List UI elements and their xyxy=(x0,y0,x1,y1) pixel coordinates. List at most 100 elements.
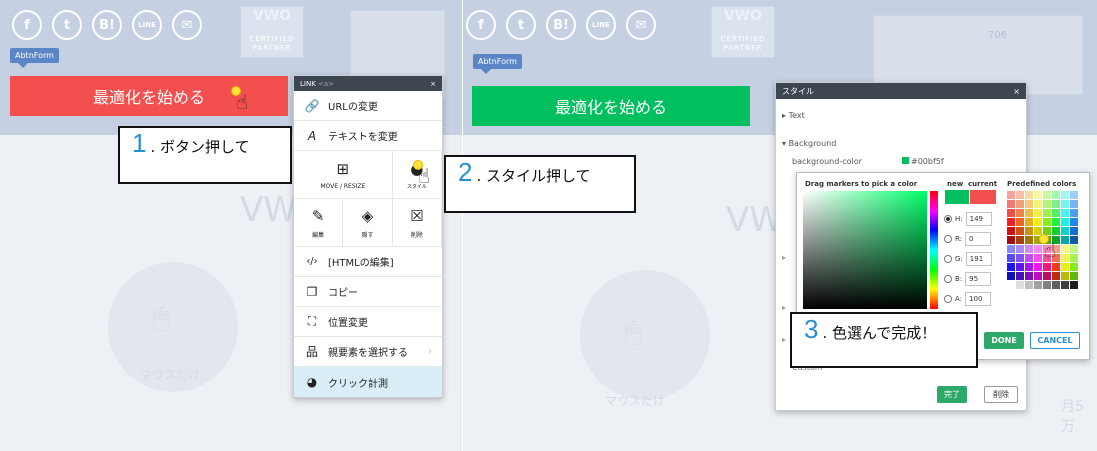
menu-item-select-parent[interactable]: 品 親要素を選択する › xyxy=(294,337,442,367)
palette-swatch[interactable] xyxy=(1043,191,1051,199)
palette-swatch[interactable] xyxy=(1034,218,1042,226)
facebook-icon[interactable]: f xyxy=(466,10,496,40)
twitter-icon[interactable]: t xyxy=(506,10,536,40)
palette-swatch[interactable] xyxy=(1007,236,1015,244)
palette-swatch[interactable] xyxy=(1016,281,1024,289)
palette-swatch[interactable] xyxy=(1061,272,1069,280)
palette-swatch[interactable] xyxy=(1016,227,1024,235)
palette-swatch[interactable] xyxy=(1025,209,1033,217)
palette-swatch[interactable] xyxy=(1034,254,1042,262)
collapsed-arrow[interactable]: ▸ xyxy=(782,335,786,344)
palette-swatch[interactable] xyxy=(1025,245,1033,253)
palette-swatch[interactable] xyxy=(1016,200,1024,208)
alpha-radio[interactable] xyxy=(944,295,952,303)
mail-icon[interactable]: ✉ xyxy=(172,10,202,40)
palette-swatch[interactable] xyxy=(1070,263,1078,271)
palette-swatch[interactable] xyxy=(1034,281,1042,289)
palette-swatch[interactable] xyxy=(1061,200,1069,208)
palette-swatch[interactable] xyxy=(1043,272,1051,280)
palette-swatch[interactable] xyxy=(1025,191,1033,199)
palette-swatch[interactable] xyxy=(1052,200,1060,208)
palette-swatch[interactable] xyxy=(1070,254,1078,262)
section-background[interactable]: ▾ Background xyxy=(782,139,836,148)
palette-swatch[interactable] xyxy=(1034,209,1042,217)
palette-swatch[interactable] xyxy=(1061,263,1069,271)
palette-swatch[interactable] xyxy=(1016,191,1024,199)
palette-swatch[interactable] xyxy=(1007,227,1015,235)
green-radio[interactable] xyxy=(944,255,952,263)
palette-swatch[interactable] xyxy=(1034,245,1042,253)
blue-field[interactable]: B: 95 xyxy=(944,271,992,287)
palette-swatch[interactable] xyxy=(1043,263,1051,271)
palette-swatch[interactable] xyxy=(1070,209,1078,217)
green-field[interactable]: G: 191 xyxy=(944,251,992,267)
palette-swatch[interactable] xyxy=(1052,227,1060,235)
palette-swatch[interactable] xyxy=(1052,218,1060,226)
palette-swatch[interactable] xyxy=(1007,272,1015,280)
palette-swatch[interactable] xyxy=(1007,209,1015,217)
red-radio[interactable] xyxy=(944,235,952,243)
palette-swatch[interactable] xyxy=(1070,191,1078,199)
menu-item-edit[interactable]: ✎ 編集 xyxy=(294,199,344,246)
menu-item-reposition[interactable]: ⛶ 位置変更 xyxy=(294,307,442,337)
picker-done-button[interactable]: DONE xyxy=(984,332,1024,349)
palette-swatch[interactable] xyxy=(1025,218,1033,226)
palette-swatch[interactable] xyxy=(1061,191,1069,199)
hue-slider[interactable] xyxy=(930,191,938,309)
blue-radio[interactable] xyxy=(944,275,952,283)
hue-field[interactable]: H: 149 xyxy=(944,211,992,227)
palette-swatch[interactable] xyxy=(1016,254,1024,262)
palette-swatch[interactable] xyxy=(1025,281,1033,289)
mail-icon[interactable]: ✉ xyxy=(626,10,656,40)
palette-swatch[interactable] xyxy=(1025,227,1033,235)
palette-swatch[interactable] xyxy=(1025,272,1033,280)
palette-swatch[interactable] xyxy=(1070,236,1078,244)
menu-item-click-tracking[interactable]: ◕ クリック計測 xyxy=(294,367,442,397)
palette-swatch[interactable] xyxy=(1052,191,1060,199)
palette-swatch[interactable] xyxy=(1070,200,1078,208)
menu-item-delete[interactable]: ☒ 削除 xyxy=(393,199,442,246)
line-icon[interactable]: LINE xyxy=(132,10,162,40)
hatena-bookmark-icon[interactable]: B! xyxy=(546,10,576,40)
palette-swatch[interactable] xyxy=(1025,236,1033,244)
saturation-value-square[interactable] xyxy=(803,191,927,309)
twitter-icon[interactable]: t xyxy=(52,10,82,40)
palette-swatch[interactable] xyxy=(1016,263,1024,271)
palette-swatch[interactable] xyxy=(1052,263,1060,271)
facebook-icon[interactable]: f xyxy=(12,10,42,40)
palette-swatch[interactable] xyxy=(1070,227,1078,235)
palette-swatch[interactable] xyxy=(1007,254,1015,262)
palette-swatch[interactable] xyxy=(1043,209,1051,217)
palette-swatch[interactable] xyxy=(1052,272,1060,280)
palette-swatch[interactable] xyxy=(1034,272,1042,280)
hue-radio[interactable] xyxy=(944,215,952,223)
close-icon[interactable]: × xyxy=(1013,87,1020,96)
picker-cancel-button[interactable]: CANCEL xyxy=(1030,332,1080,349)
palette-swatch[interactable] xyxy=(1061,281,1069,289)
palette-swatch[interactable] xyxy=(1070,218,1078,226)
palette-swatch[interactable] xyxy=(1007,281,1015,289)
palette-swatch[interactable] xyxy=(1025,254,1033,262)
palette-swatch[interactable] xyxy=(1070,272,1078,280)
palette-swatch[interactable] xyxy=(1034,191,1042,199)
start-optimizing-button-green[interactable]: 最適化を始める xyxy=(472,86,750,126)
palette-swatch[interactable] xyxy=(1070,245,1078,253)
palette-swatch[interactable] xyxy=(1061,218,1069,226)
palette-swatch[interactable] xyxy=(1061,254,1069,262)
menu-item-change-url[interactable]: 🔗 URLの変更 xyxy=(294,91,442,121)
menu-item-change-text[interactable]: A テキストを変更 xyxy=(294,121,442,151)
palette-swatch[interactable] xyxy=(1052,281,1060,289)
palette-swatch[interactable] xyxy=(1034,263,1042,271)
palette-swatch[interactable] xyxy=(1007,191,1015,199)
palette-swatch[interactable] xyxy=(1061,209,1069,217)
red-field[interactable]: R: 0 xyxy=(944,231,992,247)
palette-swatch[interactable] xyxy=(1025,200,1033,208)
palette-swatch[interactable] xyxy=(1025,263,1033,271)
palette-swatch[interactable] xyxy=(1007,245,1015,253)
palette-swatch[interactable] xyxy=(1016,272,1024,280)
line-icon[interactable]: LINE xyxy=(586,10,616,40)
palette-swatch[interactable] xyxy=(1016,209,1024,217)
palette-swatch[interactable] xyxy=(1016,245,1024,253)
palette-swatch[interactable] xyxy=(1061,227,1069,235)
menu-item-move-resize[interactable]: ⊞ MOVE / RESIZE xyxy=(294,151,393,198)
